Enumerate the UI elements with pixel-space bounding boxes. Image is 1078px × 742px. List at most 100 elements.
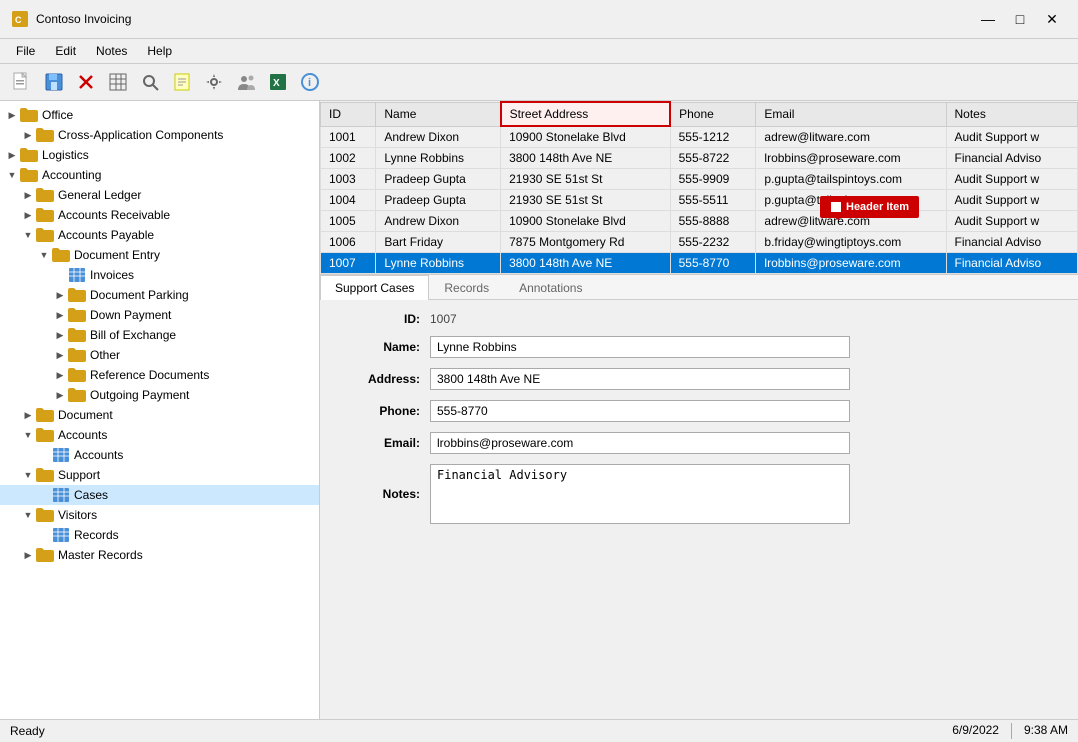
tree-toggle-icon: ▶ bbox=[4, 147, 20, 163]
table-row[interactable]: 1005Andrew Dixon10900 Stonelake Blvd555-… bbox=[321, 211, 1078, 232]
grid-scroll[interactable]: IDNameStreet AddressPhoneEmailNotes1001A… bbox=[320, 101, 1078, 274]
sidebar-item-visitors[interactable]: ▼Visitors bbox=[0, 505, 319, 525]
sidebar-item-document-parking[interactable]: ▶Document Parking bbox=[0, 285, 319, 305]
tree-item-label: General Ledger bbox=[58, 188, 141, 202]
minimize-button[interactable]: — bbox=[974, 8, 1002, 30]
tree-item-label: Accounts Receivable bbox=[58, 208, 170, 222]
tab-support-cases[interactable]: Support Cases bbox=[320, 275, 429, 300]
sidebar-item-other[interactable]: ▶Other bbox=[0, 345, 319, 365]
tab-records[interactable]: Records bbox=[429, 275, 504, 300]
table-cell: b.friday@wingtiptoys.com bbox=[756, 232, 946, 253]
table-cell: 555-5511 bbox=[670, 190, 756, 211]
status-date: 6/9/2022 bbox=[952, 723, 999, 739]
tree-toggle-icon: ▼ bbox=[20, 467, 36, 483]
table-cell: Audit Support w bbox=[946, 190, 1078, 211]
tab-annotations[interactable]: Annotations bbox=[504, 275, 597, 300]
sidebar-item-reference-documents[interactable]: ▶Reference Documents bbox=[0, 365, 319, 385]
grid-header-email[interactable]: Email bbox=[756, 102, 946, 126]
folder-icon bbox=[36, 207, 54, 223]
sidebar-item-document-entry[interactable]: ▼Document Entry bbox=[0, 245, 319, 265]
maximize-button[interactable]: □ bbox=[1006, 8, 1034, 30]
delete-button[interactable] bbox=[72, 68, 100, 96]
table-row[interactable]: 1004Pradeep Gupta21930 SE 51st St555-551… bbox=[321, 190, 1078, 211]
new-button[interactable] bbox=[8, 68, 36, 96]
sidebar-item-accounting[interactable]: ▼Accounting bbox=[0, 165, 319, 185]
tree-item-label: Document Parking bbox=[90, 288, 189, 302]
sidebar-item-outgoing-payment[interactable]: ▶Outgoing Payment bbox=[0, 385, 319, 405]
menu-edit[interactable]: Edit bbox=[47, 41, 84, 61]
close-button[interactable]: ✕ bbox=[1038, 8, 1066, 30]
sidebar-item-general-ledger[interactable]: ▶General Ledger bbox=[0, 185, 319, 205]
tree-item-label: Accounts bbox=[58, 428, 107, 442]
table-cell: 7875 Montgomery Rd bbox=[501, 232, 671, 253]
excel-button[interactable]: X bbox=[264, 68, 292, 96]
tree-item-label: Cross-Application Components bbox=[58, 128, 223, 142]
tree-item-label: Bill of Exchange bbox=[90, 328, 176, 342]
folder-icon bbox=[68, 367, 86, 383]
sidebar-item-accounts-receivable[interactable]: ▶Accounts Receivable bbox=[0, 205, 319, 225]
save-button[interactable] bbox=[40, 68, 68, 96]
table-cell: Lynne Robbins bbox=[376, 253, 501, 274]
id-label: ID: bbox=[340, 312, 420, 326]
name-input[interactable] bbox=[430, 336, 850, 358]
sidebar-item-logistics[interactable]: ▶Logistics bbox=[0, 145, 319, 165]
settings-button[interactable] bbox=[200, 68, 228, 96]
email-input[interactable] bbox=[430, 432, 850, 454]
sidebar-item-invoices[interactable]: Invoices bbox=[0, 265, 319, 285]
phone-label: Phone: bbox=[340, 404, 420, 418]
status-separator bbox=[1011, 723, 1012, 739]
tree-item-label: Down Payment bbox=[90, 308, 171, 322]
table-row[interactable]: 1006Bart Friday7875 Montgomery Rd555-223… bbox=[321, 232, 1078, 253]
sidebar-item-support[interactable]: ▼Support bbox=[0, 465, 319, 485]
sidebar-item-bill-of-exchange[interactable]: ▶Bill of Exchange bbox=[0, 325, 319, 345]
menu-file[interactable]: File bbox=[8, 41, 43, 61]
table-row[interactable]: 1001Andrew Dixon10900 Stonelake Blvd555-… bbox=[321, 126, 1078, 148]
main-layout: ▶Office ▶ Cross-Application Components ▶Log… bbox=[0, 101, 1078, 719]
table-row[interactable]: 1007Lynne Robbins3800 148th Ave NE555-87… bbox=[321, 253, 1078, 274]
sidebar-item-accounts-payable[interactable]: ▼Accounts Payable bbox=[0, 225, 319, 245]
tree-toggle-icon: ▶ bbox=[52, 307, 68, 323]
address-input[interactable] bbox=[430, 368, 850, 390]
grid-header-phone[interactable]: Phone bbox=[670, 102, 756, 126]
table-cell: 1007 bbox=[321, 253, 376, 274]
sidebar-item-cases[interactable]: Cases bbox=[0, 485, 319, 505]
grid-header-id[interactable]: ID bbox=[321, 102, 376, 126]
users-button[interactable] bbox=[232, 68, 260, 96]
notes-textarea[interactable] bbox=[430, 464, 850, 524]
sidebar-item-cross-app[interactable]: ▶ Cross-Application Components bbox=[0, 125, 319, 145]
menu-help[interactable]: Help bbox=[139, 41, 180, 61]
table-button[interactable] bbox=[104, 68, 132, 96]
tree-item-label: Accounts bbox=[74, 448, 123, 462]
table-icon bbox=[52, 487, 70, 503]
table-cell: Pradeep Gupta bbox=[376, 169, 501, 190]
menu-notes[interactable]: Notes bbox=[88, 41, 135, 61]
table-cell: Bart Friday bbox=[376, 232, 501, 253]
table-cell: 1004 bbox=[321, 190, 376, 211]
phone-input[interactable] bbox=[430, 400, 850, 422]
grid-header-name[interactable]: Name bbox=[376, 102, 501, 126]
sidebar-item-master-records[interactable]: ▶Master Records bbox=[0, 545, 319, 565]
tree-item-label: Visitors bbox=[58, 508, 97, 522]
grid-header-street-address[interactable]: Street Address bbox=[501, 102, 671, 126]
email-label: Email: bbox=[340, 436, 420, 450]
table-cell: Audit Support w bbox=[946, 169, 1078, 190]
table-row[interactable]: 1002Lynne Robbins3800 148th Ave NE555-87… bbox=[321, 148, 1078, 169]
tree-toggle-icon: ▶ bbox=[52, 387, 68, 403]
sidebar-item-document[interactable]: ▶Document bbox=[0, 405, 319, 425]
tree-toggle-icon: ▶ bbox=[20, 127, 36, 143]
folder-icon bbox=[20, 167, 38, 183]
search-button[interactable] bbox=[136, 68, 164, 96]
info-button[interactable]: i bbox=[296, 68, 324, 96]
table-cell: Audit Support w bbox=[946, 126, 1078, 148]
sidebar-item-down-payment[interactable]: ▶ Down Payment bbox=[0, 305, 319, 325]
grid-area: Header Item IDNameStreet AddressPhoneEma… bbox=[320, 101, 1078, 274]
sidebar-item-accounts[interactable]: ▼Accounts bbox=[0, 425, 319, 445]
folder-icon bbox=[68, 287, 86, 303]
sidebar-item-office[interactable]: ▶Office bbox=[0, 105, 319, 125]
grid-header-notes[interactable]: Notes bbox=[946, 102, 1078, 126]
table-row[interactable]: 1003Pradeep Gupta21930 SE 51st St555-990… bbox=[321, 169, 1078, 190]
note-button[interactable] bbox=[168, 68, 196, 96]
table-cell: adrew@litware.com bbox=[756, 126, 946, 148]
sidebar-item-records[interactable]: Records bbox=[0, 525, 319, 545]
sidebar-item-accounts-table[interactable]: Accounts bbox=[0, 445, 319, 465]
